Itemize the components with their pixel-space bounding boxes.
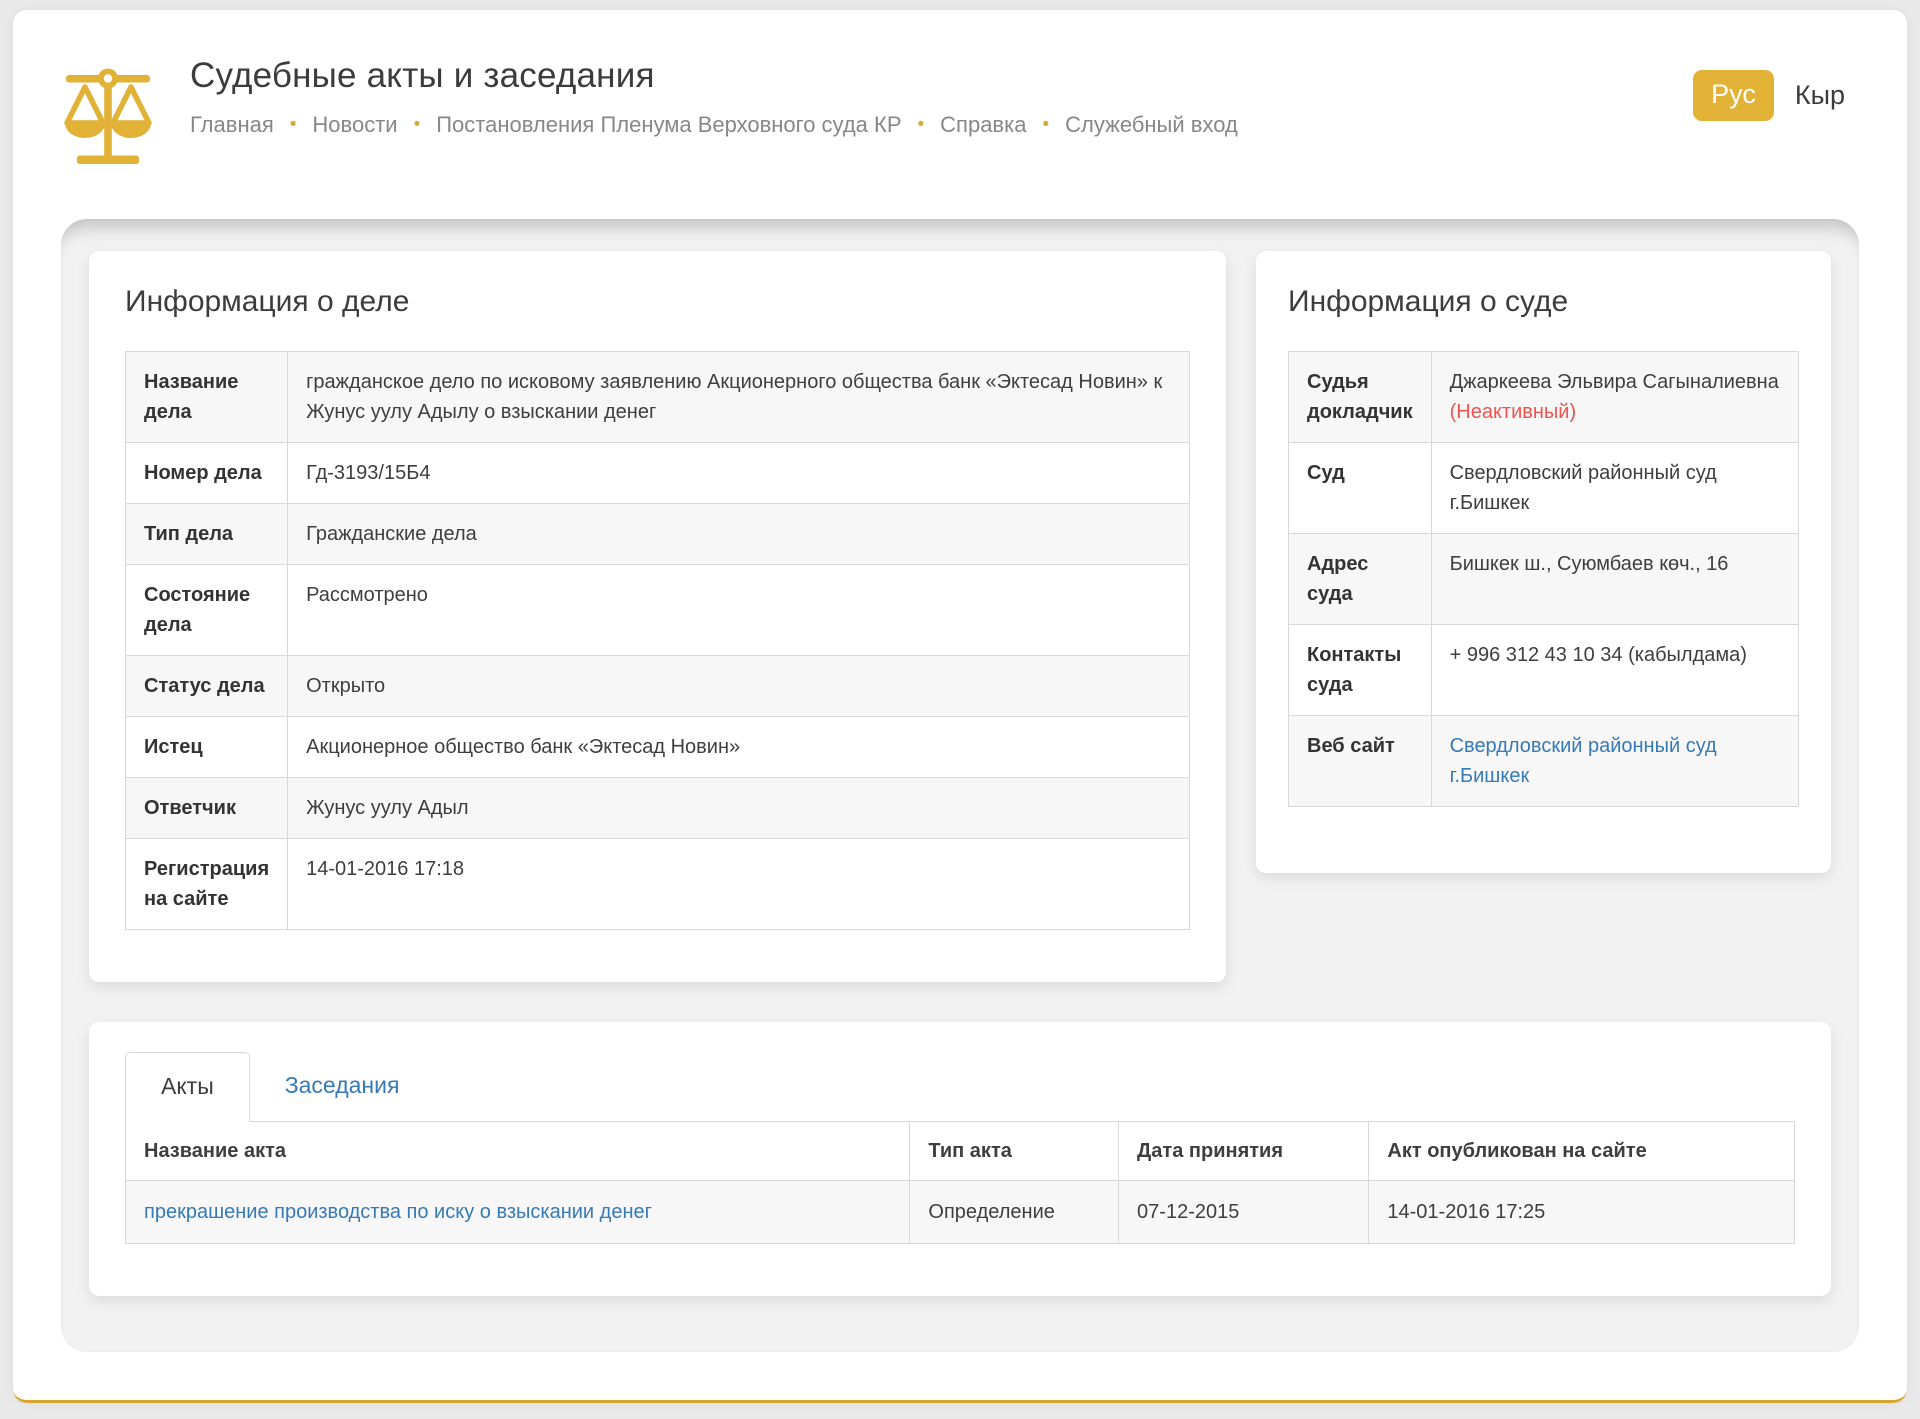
nav-separator-icon: • <box>414 114 421 136</box>
table-row: Статус дела Открыто <box>126 656 1190 717</box>
defendant-label: Ответчик <box>126 778 288 839</box>
nav-separator-icon: • <box>1042 114 1049 136</box>
table-row: Регистрация на сайте 14-01-2016 17:18 <box>126 839 1190 930</box>
table-row: Контакты суда + 996 312 43 10 34 (кабылд… <box>1289 625 1799 716</box>
case-card-title: Информация о деле <box>125 285 1190 319</box>
nav-item-news[interactable]: Новости <box>312 112 397 138</box>
registration-value: 14-01-2016 17:18 <box>288 839 1190 930</box>
page-title: Судебные акты и заседания <box>190 56 1238 96</box>
nav-separator-icon: • <box>918 114 925 136</box>
court-card-title: Информация о суде <box>1288 285 1799 319</box>
tab-sessions[interactable]: Заседания <box>250 1052 435 1121</box>
site-header: Судебные акты и заседания Главная • Ново… <box>13 10 1907 165</box>
court-website-link[interactable]: Свердловский районный суд г.Бишкек <box>1450 735 1717 787</box>
tab-bar: Акты Заседания <box>125 1052 1795 1122</box>
content-band: Информация о деле Название дела гражданс… <box>61 219 1859 1352</box>
info-cards-row: Информация о деле Название дела гражданс… <box>89 251 1831 982</box>
table-row: Веб сайт Свердловский районный суд г.Биш… <box>1289 716 1799 807</box>
acts-table: Название акта Тип акта Дата принятия Акт… <box>125 1122 1795 1244</box>
judge-value: Джаркеева Эльвира Сагыналиевна (Неактивн… <box>1431 352 1798 443</box>
case-status-value: Открыто <box>288 656 1190 717</box>
table-row: Ответчик Жунус уулу Адыл <box>126 778 1190 839</box>
tab-acts[interactable]: Акты <box>125 1052 250 1122</box>
table-row: Судья докладчик Джаркеева Эльвира Сагына… <box>1289 352 1799 443</box>
act-name-cell: прекрашение производства по иску о взыск… <box>126 1181 910 1244</box>
case-status-label: Статус дела <box>126 656 288 717</box>
court-contacts-label: Контакты суда <box>1289 625 1432 716</box>
website-value: Свердловский районный суд г.Бишкек <box>1431 716 1798 807</box>
page-container: Судебные акты и заседания Главная • Ново… <box>13 10 1907 1403</box>
acts-table-row: прекрашение производства по иску о взыск… <box>126 1181 1795 1244</box>
nav-separator-icon: • <box>290 114 297 136</box>
nav-item-staff-login[interactable]: Служебный вход <box>1065 112 1238 138</box>
court-info-table: Судья докладчик Джаркеева Эльвира Сагына… <box>1288 351 1799 807</box>
case-name-label: Название дела <box>126 352 288 443</box>
court-contacts-value: + 996 312 43 10 34 (кабылдама) <box>1431 625 1798 716</box>
case-number-value: Гд-3193/15Б4 <box>288 443 1190 504</box>
judge-name: Джаркеева Эльвира Сагыналиевна <box>1450 371 1779 393</box>
court-address-label: Адрес суда <box>1289 534 1432 625</box>
table-row: Номер дела Гд-3193/15Б4 <box>126 443 1190 504</box>
case-info-card: Информация о деле Название дела гражданс… <box>89 251 1226 982</box>
language-switcher: Рус Кыр <box>1693 70 1845 121</box>
case-number-label: Номер дела <box>126 443 288 504</box>
column-header-act-name: Название акта <box>126 1122 910 1181</box>
table-row: Истец Акционерное общество банк «Эктесад… <box>126 717 1190 778</box>
act-type-cell: Определение <box>910 1181 1119 1244</box>
table-row: Тип дела Гражданские дела <box>126 504 1190 565</box>
scales-of-justice-icon <box>58 60 158 165</box>
case-state-label: Состояние дела <box>126 565 288 656</box>
plaintiff-label: Истец <box>126 717 288 778</box>
acts-table-header-row: Название акта Тип акта Дата принятия Акт… <box>126 1122 1795 1181</box>
act-date-cell: 07-12-2015 <box>1119 1181 1369 1244</box>
court-label: Суд <box>1289 443 1432 534</box>
case-type-label: Тип дела <box>126 504 288 565</box>
judge-status-badge: (Неактивный) <box>1450 401 1577 423</box>
table-row: Состояние дела Рассмотрено <box>126 565 1190 656</box>
main-nav: Главная • Новости • Постановления Пленум… <box>190 112 1238 138</box>
header-text-block: Судебные акты и заседания Главная • Ново… <box>190 56 1238 138</box>
case-state-value: Рассмотрено <box>288 565 1190 656</box>
court-address-value: Бишкек ш., Суюмбаев көч., 16 <box>1431 534 1798 625</box>
court-value: Свердловский районный суд г.Бишкек <box>1431 443 1798 534</box>
lang-button-rus[interactable]: Рус <box>1693 70 1774 121</box>
judge-label: Судья докладчик <box>1289 352 1432 443</box>
act-published-cell: 14-01-2016 17:25 <box>1369 1181 1795 1244</box>
nav-item-home[interactable]: Главная <box>190 112 274 138</box>
case-type-value: Гражданские дела <box>288 504 1190 565</box>
acts-card: Акты Заседания Название акта Тип акта Да… <box>89 1022 1831 1296</box>
table-row: Суд Свердловский районный суд г.Бишкек <box>1289 443 1799 534</box>
website-label: Веб сайт <box>1289 716 1432 807</box>
table-row: Адрес суда Бишкек ш., Суюмбаев көч., 16 <box>1289 534 1799 625</box>
nav-item-plenum-resolutions[interactable]: Постановления Пленума Верховного суда КР <box>436 112 901 138</box>
nav-item-help[interactable]: Справка <box>940 112 1026 138</box>
court-info-card: Информация о суде Судья докладчик Джарке… <box>1256 251 1831 873</box>
column-header-published: Акт опубликован на сайте <box>1369 1122 1795 1181</box>
column-header-act-type: Тип акта <box>910 1122 1119 1181</box>
registration-label: Регистрация на сайте <box>126 839 288 930</box>
case-info-table: Название дела гражданское дело по исково… <box>125 351 1190 930</box>
plaintiff-value: Акционерное общество банк «Эктесад Новин… <box>288 717 1190 778</box>
table-row: Название дела гражданское дело по исково… <box>126 352 1190 443</box>
column-header-adoption-date: Дата принятия <box>1119 1122 1369 1181</box>
act-document-link[interactable]: прекрашение производства по иску о взыск… <box>144 1201 652 1223</box>
lang-button-kyr[interactable]: Кыр <box>1795 80 1845 111</box>
defendant-value: Жунус уулу Адыл <box>288 778 1190 839</box>
case-name-value: гражданское дело по исковому заявлению А… <box>288 352 1190 443</box>
